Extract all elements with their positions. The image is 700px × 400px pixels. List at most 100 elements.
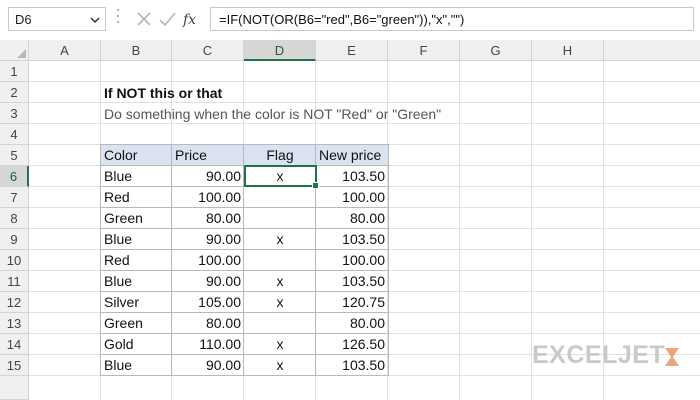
row-header-6[interactable]: 6 [0, 166, 29, 187]
row-header-7[interactable]: 7 [0, 187, 29, 208]
column-header-b[interactable]: B [101, 40, 172, 61]
column-header-g[interactable]: G [460, 40, 532, 61]
table-cell-new-price[interactable]: 103.50 [316, 229, 388, 250]
table-cell-color[interactable]: Silver [101, 292, 172, 313]
header-color[interactable]: Color [101, 145, 172, 166]
worksheet-grid[interactable]: A B C D E F G H 1 2 3 4 5 6 7 8 9 10 11 … [0, 40, 700, 400]
row-header-10[interactable]: 10 [0, 250, 29, 271]
name-box-value: D6 [15, 12, 32, 27]
table-border [100, 270, 389, 271]
column-header-d[interactable]: D [244, 40, 316, 61]
table-cell-price[interactable]: 110.00 [172, 334, 244, 355]
table-cell-flag[interactable]: x [244, 292, 316, 313]
row-header-9[interactable]: 9 [0, 229, 29, 250]
table-cell-color[interactable]: Red [101, 187, 172, 208]
table-border [100, 249, 389, 250]
row-header-16-partial [0, 376, 29, 400]
header-flag[interactable]: Flag [244, 145, 316, 166]
table-cell-price[interactable]: 100.00 [172, 250, 244, 271]
formula-input[interactable]: =IF(NOT(OR(B6="red",B6="green")),"x","") [210, 7, 694, 31]
sheet-title: If NOT this or that [104, 85, 223, 101]
table-cell-flag[interactable]: x [244, 355, 316, 376]
formula-bar: D6 fx =IF(NOT(OR(B6="red",B6="green")),"… [0, 0, 700, 36]
table-cell-price[interactable]: 90.00 [172, 229, 244, 250]
table-cell-price[interactable]: 80.00 [172, 208, 244, 229]
chevron-down-icon[interactable] [90, 16, 100, 24]
table-border [100, 312, 389, 313]
table-cell-new-price[interactable]: 100.00 [316, 250, 388, 271]
table-border [100, 291, 389, 292]
row-header-15[interactable]: 15 [0, 355, 29, 376]
table-cell-color[interactable]: Green [101, 313, 172, 334]
table-cell-color[interactable]: Blue [101, 355, 172, 376]
sheet-subtitle: Do something when the color is NOT "Red"… [104, 106, 442, 122]
table-cell-price[interactable]: 80.00 [172, 313, 244, 334]
row-header-2[interactable]: 2 [0, 82, 29, 103]
table-cell-price[interactable]: 100.00 [172, 187, 244, 208]
table-cell-flag[interactable] [244, 208, 316, 229]
table-cell-color[interactable]: Gold [101, 334, 172, 355]
table-cell-flag[interactable]: x [244, 334, 316, 355]
gridline [29, 81, 700, 82]
row-header-11[interactable]: 11 [0, 271, 29, 292]
table-cell-new-price[interactable]: 103.50 [316, 271, 388, 292]
table-cell-color[interactable]: Blue [101, 229, 172, 250]
table-border [100, 375, 389, 376]
fill-handle[interactable] [312, 182, 319, 189]
table-border [388, 145, 389, 376]
table-border [171, 145, 172, 376]
row-header-3[interactable]: 3 [0, 103, 29, 124]
header-new-price[interactable]: New price [316, 145, 388, 166]
cancel-icon[interactable] [133, 8, 155, 30]
table-border [100, 144, 389, 145]
row-header-13[interactable]: 13 [0, 313, 29, 334]
table-cell-price[interactable]: 90.00 [172, 355, 244, 376]
table-cell-new-price[interactable]: 126.50 [316, 334, 388, 355]
column-header-e[interactable]: E [316, 40, 388, 61]
column-header-c[interactable]: C [172, 40, 244, 61]
row-header-1[interactable]: 1 [0, 61, 29, 82]
gridline [29, 123, 700, 124]
table-cell-color[interactable]: Green [101, 208, 172, 229]
table-cell-price[interactable]: 90.00 [172, 271, 244, 292]
column-header-a[interactable]: A [29, 40, 101, 61]
table-cell-price[interactable]: 90.00 [172, 166, 244, 187]
exceljet-logo-mark-icon [665, 348, 679, 366]
table-cell-color[interactable]: Blue [101, 166, 172, 187]
row-header-8[interactable]: 8 [0, 208, 29, 229]
table-cell-color[interactable]: Blue [101, 271, 172, 292]
table-border [100, 145, 101, 376]
enter-check-icon[interactable] [156, 8, 178, 30]
table-border [100, 333, 389, 334]
fx-icon[interactable]: fx [180, 8, 202, 30]
table-cell-new-price[interactable]: 103.50 [316, 355, 388, 376]
table-cell-flag[interactable] [244, 187, 316, 208]
gridline [29, 102, 700, 103]
table-cell-flag[interactable] [244, 250, 316, 271]
table-border [100, 207, 389, 208]
table-cell-price[interactable]: 105.00 [172, 292, 244, 313]
table-cell-new-price[interactable]: 80.00 [316, 313, 388, 334]
svg-text:fx: fx [182, 12, 196, 28]
table-cell-new-price[interactable]: 80.00 [316, 208, 388, 229]
column-header-overflow [604, 40, 700, 61]
row-header-12[interactable]: 12 [0, 292, 29, 313]
name-box[interactable]: D6 [8, 7, 106, 31]
active-cell-selection[interactable] [244, 165, 319, 189]
header-price[interactable]: Price [172, 145, 244, 166]
table-cell-flag[interactable]: x [244, 229, 316, 250]
table-cell-new-price[interactable]: 103.50 [316, 166, 388, 187]
table-cell-color[interactable]: Red [101, 250, 172, 271]
table-cell-new-price[interactable]: 120.75 [316, 292, 388, 313]
table-cell-flag[interactable] [244, 313, 316, 334]
exceljet-logo: EXCELJET [532, 341, 666, 369]
column-header-f[interactable]: F [388, 40, 460, 61]
formula-bar-grip[interactable] [117, 9, 119, 27]
row-header-14[interactable]: 14 [0, 334, 29, 355]
row-header-5[interactable]: 5 [0, 145, 29, 166]
row-header-4[interactable]: 4 [0, 124, 29, 145]
table-cell-new-price[interactable]: 100.00 [316, 187, 388, 208]
select-all-corner[interactable] [0, 40, 29, 61]
table-cell-flag[interactable]: x [244, 271, 316, 292]
column-header-h[interactable]: H [532, 40, 604, 61]
